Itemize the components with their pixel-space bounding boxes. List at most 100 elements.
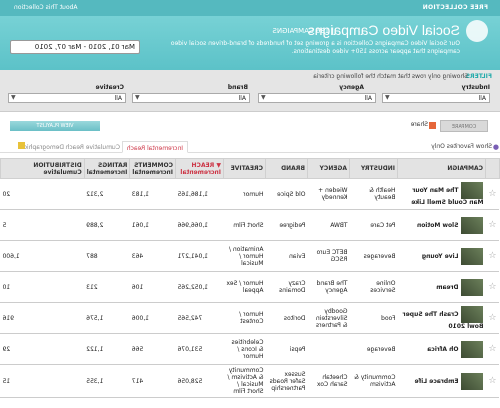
- page: FREE COLLECTION About This Collection So…: [0, 0, 500, 408]
- agency-cell: TBWA: [307, 209, 350, 241]
- chevron-down-icon: ▼: [135, 94, 140, 101]
- campaigns-table: CAMPAIGN INDUSTRY AGENCY BRAND CREATIVE …: [0, 158, 500, 398]
- industry-cell: Community & Activism: [349, 364, 398, 398]
- agency-select[interactable]: All ▼: [258, 93, 376, 103]
- favorite-star-icon[interactable]: ☆: [485, 178, 500, 210]
- campaign-cell[interactable]: Crash The Super Bowl 2010: [397, 302, 486, 334]
- creative-select[interactable]: All ▼: [8, 93, 126, 103]
- comments-cell: 417: [129, 364, 176, 398]
- chevron-down-icon: ▼: [385, 94, 390, 101]
- header: FREE COLLECTION About This Collection So…: [0, 0, 500, 70]
- show-favorites-toggle[interactable]: Show Favorites Only: [431, 143, 492, 150]
- collection-description: Our Social Video Campaigns Collection is…: [170, 40, 460, 55]
- comments-cell: 1,183: [129, 178, 176, 210]
- agency-cell: Cheetah Sarah Cox: [307, 364, 350, 398]
- brand-cell: Old Spice: [265, 178, 308, 210]
- table-row[interactable]: ☆ Crash The Super Bowl 2010 Food Goodby Sil…: [0, 302, 500, 334]
- campaign-name[interactable]: Oh Africa: [427, 346, 458, 353]
- reach-cell: 528,056: [175, 364, 224, 398]
- section-label: FREE COLLECTION: [422, 4, 488, 11]
- creative-cell: Animation / Humor / Musical: [223, 240, 266, 272]
- favorite-star-icon[interactable]: ☆: [485, 302, 500, 334]
- agency-cell: Goodby Silverstein & Partners: [307, 302, 350, 334]
- industry-select[interactable]: All ▼: [382, 93, 490, 103]
- comments-cell: 1,006: [129, 302, 176, 334]
- reach-cell: 742,565: [175, 302, 224, 334]
- campaign-column-header[interactable]: CAMPAIGN: [397, 158, 486, 179]
- comments-cell: 1,061: [129, 209, 176, 241]
- table-row[interactable]: ☆ Oh Africa Beverage Pepsi Celebrities & Ico…: [0, 333, 500, 365]
- video-thumbnail[interactable]: [461, 372, 484, 390]
- header-top-bar: FREE COLLECTION About This Collection: [0, 0, 500, 16]
- creative-cell: Humor / Sex Appeal: [223, 271, 266, 303]
- reach-cell: 531,076: [175, 333, 224, 365]
- favorite-star-icon[interactable]: ☆: [485, 209, 500, 241]
- campaign-cell[interactable]: Dream: [397, 271, 486, 303]
- table-row[interactable]: ☆ Live Young Beverages BETC Euro RSCG Evian A…: [0, 240, 500, 272]
- share-icon[interactable]: [429, 122, 436, 129]
- view-playlist-button[interactable]: VIEW PLAYLIST: [10, 121, 100, 131]
- ratings-cell: 2,312: [84, 178, 130, 210]
- creative-value: All: [114, 95, 122, 102]
- industry-column-header[interactable]: INDUSTRY: [349, 158, 398, 179]
- brand-column-header[interactable]: BRAND: [265, 158, 308, 179]
- video-thumbnail[interactable]: [461, 216, 484, 234]
- favorite-star-icon[interactable]: ☆: [485, 240, 500, 272]
- brand-cell: Doritos: [265, 302, 308, 334]
- favorites-toggle-icon[interactable]: ●: [493, 143, 499, 151]
- campaign-name[interactable]: Embrace Life: [415, 378, 459, 385]
- campaign-cell[interactable]: The Man Your Man Could Smell Like: [397, 178, 486, 210]
- video-thumbnail[interactable]: [461, 340, 484, 358]
- industry-cell: Beverages: [349, 240, 398, 272]
- agency-cell: The Brand Agency: [307, 271, 350, 303]
- ratings-cell: 213: [84, 271, 130, 303]
- table-row[interactable]: ☆ Embrace Life Community & Activism Cheetah…: [0, 364, 500, 398]
- ratings-column-header[interactable]: RATINGS Incremental: [84, 158, 130, 179]
- brand-cell: Crazy Domains: [265, 271, 308, 303]
- reach-column-header[interactable]: ▼ REACH Incremental: [175, 158, 224, 179]
- favorite-star-icon[interactable]: ☆: [485, 271, 500, 303]
- video-thumbnail[interactable]: [461, 278, 484, 296]
- agency-column-header[interactable]: AGENCY: [307, 158, 350, 179]
- distribution-cell: 916: [0, 302, 85, 334]
- agency-label: Agency: [339, 84, 364, 91]
- reach-cell: 1,186,165: [175, 178, 224, 210]
- favorite-star-icon[interactable]: ☆: [485, 333, 500, 365]
- favorite-star-icon[interactable]: ☆: [485, 364, 500, 398]
- creative-label: Creative: [95, 84, 124, 91]
- video-thumbnail[interactable]: [461, 306, 484, 323]
- campaign-cell[interactable]: Live Young: [397, 240, 486, 272]
- creative-column-header[interactable]: CREATIVE: [223, 158, 266, 179]
- date-range-select[interactable]: Mar 01, 2010 - Mar 07, 2010: [10, 40, 140, 54]
- ratings-cell: 2,889: [84, 209, 130, 241]
- brand-cell: Evian: [265, 240, 308, 272]
- filters-panel: FILTERS Showing only rows that match the…: [0, 70, 500, 112]
- share-link[interactable]: Share: [411, 121, 428, 128]
- industry-label: Industry: [461, 84, 490, 91]
- brand-select[interactable]: All ▼: [132, 93, 250, 103]
- industry-value: All: [478, 95, 486, 102]
- table-row[interactable]: ☆ The Man Your Man Could Smell Like Health…: [0, 178, 500, 210]
- comments-column-header[interactable]: COMMENTS Incremental: [129, 158, 176, 179]
- compare-button[interactable]: COMPARE: [440, 120, 488, 132]
- table-row[interactable]: ☆ Slow Motion Pet Care TBWA Pedigree Short Fi…: [0, 209, 500, 241]
- campaign-name[interactable]: Slow Motion: [417, 222, 459, 229]
- campaign-name[interactable]: Dream: [436, 284, 458, 291]
- logo: [466, 20, 488, 42]
- campaign-name[interactable]: Live Young: [422, 253, 459, 260]
- brand-value: All: [238, 95, 246, 102]
- tab-incremental-reach[interactable]: Incremental Reach: [121, 141, 188, 153]
- distribution-column-header[interactable]: DISTRIBUTION Cumulative: [0, 158, 85, 179]
- video-thumbnail[interactable]: [461, 247, 484, 265]
- reach-cell: 1,041,271: [175, 240, 224, 272]
- about-link[interactable]: About This Collection: [14, 4, 78, 11]
- video-thumbnail[interactable]: [461, 182, 484, 199]
- distribution-cell: 5: [0, 209, 85, 241]
- tab-demographics[interactable]: Demographics: [21, 141, 64, 153]
- tab-cumulative-reach[interactable]: Cumulative Reach: [65, 141, 120, 153]
- table-row[interactable]: ☆ Dream Online Services The Brand Agency Cra…: [0, 271, 500, 303]
- campaign-cell[interactable]: Embrace Life: [397, 364, 486, 398]
- campaign-cell[interactable]: Oh Africa: [397, 333, 486, 365]
- brand-label: Brand: [227, 84, 248, 91]
- campaign-cell[interactable]: Slow Motion: [397, 209, 486, 241]
